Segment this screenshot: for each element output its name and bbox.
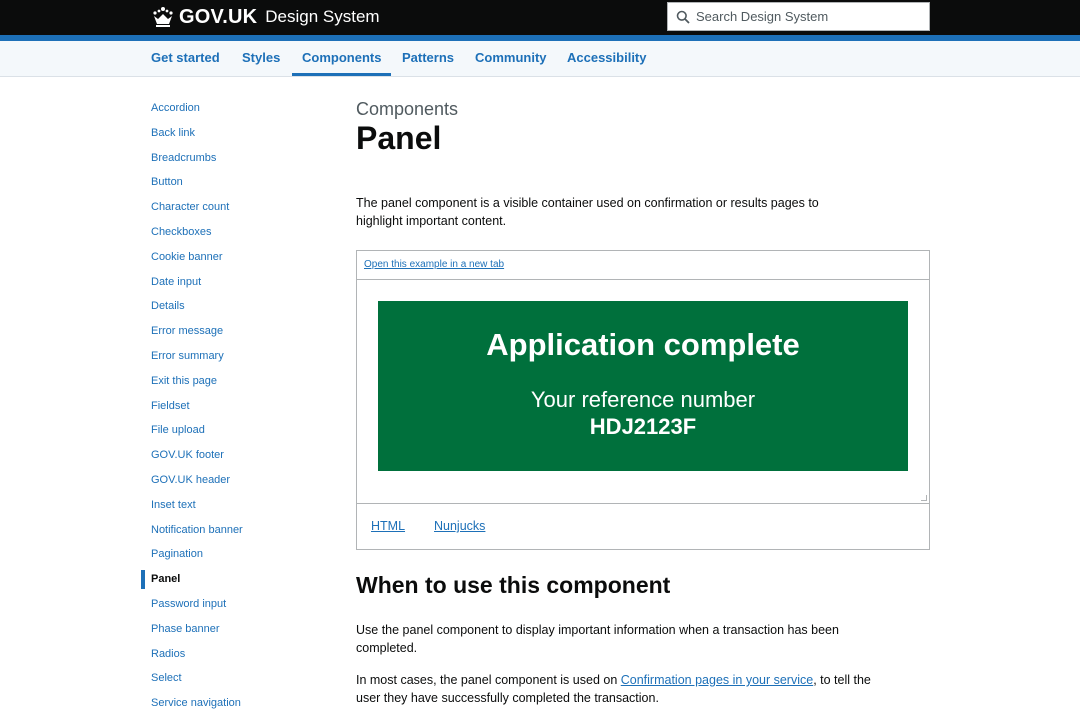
main-navigation: Get started Styles Components Patterns C… [0,41,1080,77]
sidebar-item-date-input[interactable]: Date input [141,270,321,295]
section-heading: When to use this component [356,572,671,598]
open-example-link[interactable]: Open this example in a new tab [364,259,504,270]
sidebar-item-service-navigation[interactable]: Service navigation [141,691,321,716]
logo-text: GOV.UK [179,6,258,28]
sidebar-item-cookie-banner[interactable]: Cookie banner [141,245,321,270]
nav-patterns[interactable]: Patterns [392,41,464,76]
paragraph-text-before: In most cases, the panel component is us… [356,673,621,687]
sidebar-item-exit-this-page[interactable]: Exit this page [141,369,321,394]
example-toolbar: Open this example in a new tab [357,251,929,280]
panel-body: Your reference number [530,387,756,412]
code-tabs: HTML Nunjucks [357,503,929,549]
confirmation-pages-link[interactable]: Confirmation pages in your service [621,673,813,687]
sidebar-item-details[interactable]: Details [141,294,321,319]
nav-get-started[interactable]: Get started [141,41,230,76]
nav-community[interactable]: Community [465,41,557,76]
search-icon [676,10,690,24]
sidebar-item-govuk-footer[interactable]: GOV.UK footer [141,443,321,468]
page-title: Panel [356,120,442,156]
sidebar-item-checkboxes[interactable]: Checkboxes [141,220,321,245]
sidebar-item-file-upload[interactable]: File upload [141,418,321,443]
sidebar-item-radios[interactable]: Radios [141,642,321,667]
panel-reference-number: HDJ2123F [589,414,697,439]
sidebar-item-accordion[interactable]: Accordion [141,96,321,121]
confirmation-paragraph: In most cases, the panel component is us… [356,671,876,707]
product-name: Design System [265,7,380,26]
tab-nunjucks[interactable]: Nunjucks [434,519,485,533]
sidebar-item-button[interactable]: Button [141,170,321,195]
nav-components[interactable]: Components [292,41,392,76]
sidebar-item-breadcrumbs[interactable]: Breadcrumbs [141,146,321,171]
sidebar-item-back-link[interactable]: Back link [141,121,321,146]
search-box[interactable] [667,2,930,31]
nav-accessibility[interactable]: Accessibility [557,41,657,76]
nav-styles[interactable]: Styles [232,41,290,76]
example-frame: Open this example in a new tab Applicati… [356,250,930,550]
sidebar-item-panel[interactable]: Panel [141,567,321,592]
tab-html[interactable]: HTML [371,519,405,533]
sidebar-item-phase-banner[interactable]: Phase banner [141,617,321,642]
sidebar-item-error-summary[interactable]: Error summary [141,344,321,369]
intro-paragraph: The panel component is a visible contain… [356,196,819,228]
sidebar-item-error-message[interactable]: Error message [141,319,321,344]
page-caption: Components [356,99,459,119]
sidebar-item-password-input[interactable]: Password input [141,592,321,617]
sidebar-item-govuk-header[interactable]: GOV.UK header [141,468,321,493]
resize-handle-icon[interactable] [921,495,927,501]
site-header: GOV.UK Design System [0,0,1080,35]
crown-icon [151,6,175,28]
sidebar-item-character-count[interactable]: Character count [141,195,321,220]
sidebar-item-inset-text[interactable]: Inset text [141,493,321,518]
panel-title: Application complete [486,327,800,362]
sidebar-item-fieldset[interactable]: Fieldset [141,394,321,419]
govuk-logo-link[interactable]: GOV.UK Design System [151,4,380,30]
usage-paragraph: Use the panel component to display impor… [356,623,839,655]
sidebar-item-select[interactable]: Select [141,666,321,691]
sidebar-navigation: Accordion Back link Breadcrumbs Button C… [141,96,321,716]
sidebar-item-pagination[interactable]: Pagination [141,542,321,567]
confirmation-panel: Application complete Your reference numb… [378,301,908,471]
sidebar-item-notification-banner[interactable]: Notification banner [141,518,321,543]
search-input[interactable] [696,9,916,24]
